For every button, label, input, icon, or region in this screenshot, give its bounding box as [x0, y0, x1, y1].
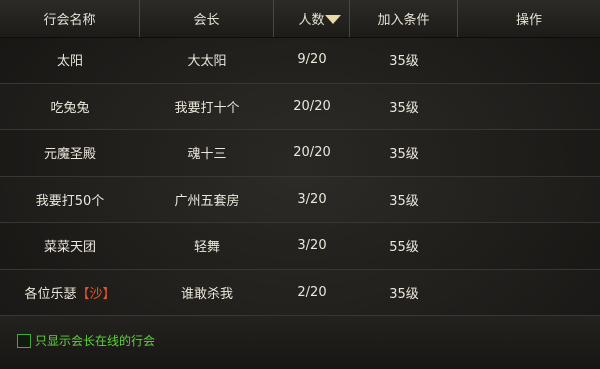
guild-list-panel: 行会名称 会长 人数 加入条件 操作 太阳 大太阳 9/20 35级 吃兔兔 我…	[0, 0, 600, 369]
table-header: 行会名称 会长 人数 加入条件 操作	[0, 0, 600, 38]
online-leader-filter-label: 只显示会长在线的行会	[35, 334, 156, 348]
guild-leader: 谁敢杀我	[180, 286, 233, 302]
guild-requirement: 35级	[389, 286, 419, 302]
guild-leader: 我要打十个	[174, 100, 240, 116]
guild-members: 2/20	[297, 284, 327, 300]
guild-members: 3/20	[297, 191, 327, 207]
guild-members: 20/20	[293, 98, 331, 114]
guild-requirement: 35级	[389, 100, 419, 116]
guild-name: 我要打50个	[0, 190, 140, 209]
guild-members: 3/20	[297, 238, 327, 254]
guild-leader: 大太阳	[187, 54, 227, 70]
guild-name: 太阳	[0, 50, 140, 69]
table-row[interactable]: 元魔圣殿 魂十三 20/20 35级	[0, 130, 600, 177]
guild-name-text: 吃兔兔	[50, 100, 90, 116]
guild-leader: 广州五套房	[174, 193, 240, 209]
online-leader-checkbox[interactable]	[17, 333, 31, 348]
guild-table-body: 太阳 大太阳 9/20 35级 吃兔兔 我要打十个 20/20 35级 元魔圣殿…	[0, 37, 600, 316]
table-row[interactable]: 各位乐瑟【沙】 谁敢杀我 2/20 35级	[0, 270, 600, 316]
column-header-requirement[interactable]: 加入条件	[350, 0, 458, 37]
footer-bar: 只显示会长在线的行会	[0, 316, 600, 369]
online-leader-filter[interactable]: 只显示会长在线的行会	[17, 332, 155, 349]
sort-descending-icon[interactable]	[325, 15, 341, 24]
guild-name-text: 太阳	[56, 54, 83, 70]
column-header-members[interactable]: 人数	[274, 0, 350, 37]
column-header-name[interactable]: 行会名称	[0, 0, 140, 37]
column-header-leader[interactable]: 会长	[140, 0, 274, 37]
guild-requirement: 35级	[389, 147, 419, 163]
guild-name: 菜菜天团	[0, 236, 140, 255]
guild-members: 20/20	[293, 145, 331, 161]
guild-leader: 魂十三	[187, 147, 227, 163]
guild-requirement: 35级	[389, 193, 419, 209]
guild-name-text: 元魔圣殿	[43, 147, 96, 163]
guild-name: 吃兔兔	[0, 97, 140, 116]
guild-members: 9/20	[297, 52, 327, 68]
table-row[interactable]: 吃兔兔 我要打十个 20/20 35级	[0, 84, 600, 130]
table-row[interactable]: 菜菜天团 轻舞 3/20 55级	[0, 223, 600, 270]
table-row[interactable]: 太阳 大太阳 9/20 35级	[0, 37, 600, 84]
guild-name-text: 菜菜天团	[43, 240, 96, 256]
guild-requirement: 35级	[389, 54, 419, 70]
guild-name-text: 我要打50个	[35, 193, 105, 209]
guild-requirement: 55级	[389, 240, 419, 256]
table-row[interactable]: 我要打50个 广州五套房 3/20 35级	[0, 177, 600, 223]
column-header-action: 操作	[515, 13, 542, 28]
guild-name: 元魔圣殿	[0, 143, 140, 162]
column-header-members-label: 人数	[298, 13, 325, 28]
guild-name: 各位乐瑟【沙】	[0, 283, 140, 302]
guild-tag: 【沙】	[76, 286, 116, 302]
guild-name-text: 各位乐瑟	[24, 286, 77, 302]
guild-leader: 轻舞	[193, 240, 220, 256]
